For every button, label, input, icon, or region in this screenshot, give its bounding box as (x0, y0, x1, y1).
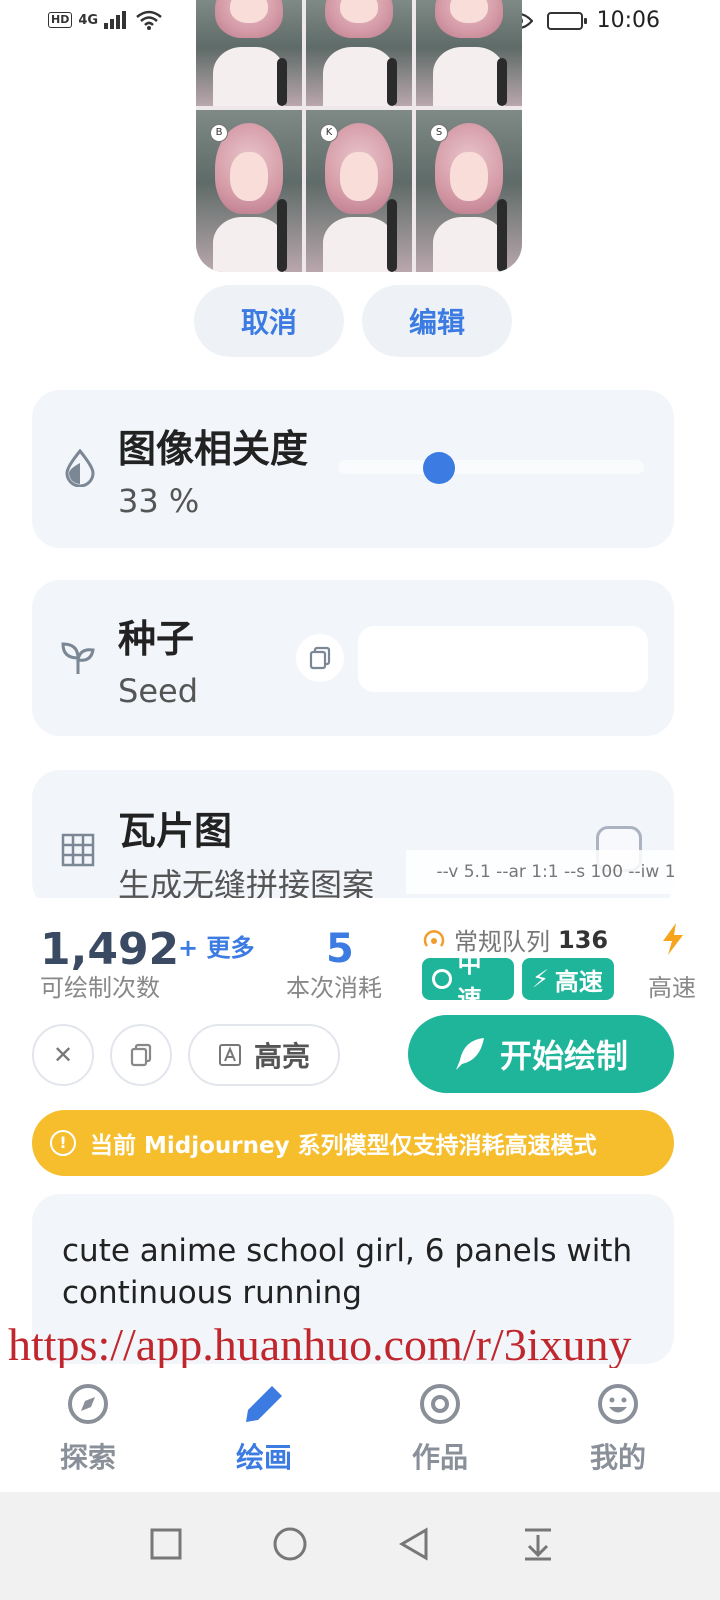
smiley-icon (598, 1384, 638, 1424)
image-weight-slider[interactable] (338, 460, 644, 474)
bottom-tab-bar: 探索 绘画 作品 我的 (0, 1368, 720, 1492)
text-box-icon (218, 1044, 241, 1066)
seed-input[interactable] (358, 626, 648, 692)
image-weight-title: 图像相关度 (118, 427, 309, 471)
signal-icon (104, 11, 127, 29)
more-credits-link[interactable]: + 更多 (178, 928, 254, 963)
mode-label: 高速 (648, 974, 696, 1002)
tab-works[interactable]: 作品 (380, 1368, 500, 1492)
clock: 10:06 (596, 8, 660, 33)
back-triangle-icon (399, 1527, 428, 1561)
bolt-icon: ⚡ (532, 965, 549, 993)
tab-draw[interactable]: 绘画 (204, 1368, 324, 1492)
copy-prompt-button[interactable] (110, 1024, 172, 1086)
pencil-icon (246, 1386, 282, 1422)
speed-fast-label: 高速 (554, 967, 603, 996)
edit-button[interactable]: 编辑 (362, 285, 512, 357)
sprout-icon (58, 638, 98, 678)
clear-button[interactable]: ✕ (32, 1024, 94, 1086)
image-panel (306, 0, 412, 106)
speed-medium-label: 中速 (457, 950, 482, 1013)
queue-info: 常规队列 136 (422, 922, 608, 957)
grid-icon (58, 830, 98, 870)
highlight-button[interactable]: 高亮 (188, 1024, 340, 1086)
drop-icon (60, 448, 100, 488)
model-notice: ! 当前 Midjourney 系列模型仅支持消耗高速模式 (32, 1110, 674, 1176)
hd-indicator: HD (48, 12, 73, 28)
panel-badge: S (430, 124, 448, 142)
square-icon (150, 1528, 182, 1560)
home-button[interactable] (260, 1512, 320, 1576)
fast-mode-icon (660, 922, 686, 960)
close-icon: ✕ (52, 1041, 74, 1069)
start-drawing-button[interactable]: 开始绘制 (408, 1015, 674, 1093)
battery-icon (546, 11, 587, 30)
tab-explore-label: 探索 (59, 1441, 116, 1474)
image-panel: B (196, 110, 302, 272)
notice-text: 当前 Midjourney 系列模型仅支持消耗高速模式 (90, 1133, 597, 1159)
start-drawing-label: 开始绘制 (499, 1037, 628, 1075)
cost-label: 本次消耗 (286, 974, 382, 1002)
tab-mine[interactable]: 我的 (558, 1368, 678, 1492)
prompt-text[interactable]: cute anime school girl, 6 panels with co… (62, 1230, 642, 1314)
remaining-label: 可绘制次数 (40, 974, 160, 1002)
slider-thumb[interactable] (422, 452, 455, 484)
circle-icon (273, 1527, 307, 1561)
panel-badge: K (320, 124, 338, 142)
copy-seed-button[interactable] (296, 634, 344, 682)
recents-button[interactable] (136, 1512, 196, 1576)
image-weight-value: 33 % (118, 482, 200, 520)
watermark-url: https://app.huanhuo.com/r/3ixuny (8, 1319, 632, 1370)
seed-title: 种子 (118, 617, 195, 661)
wifi-icon (136, 10, 162, 30)
broadcast-icon (423, 929, 445, 947)
notification-shade-button[interactable] (508, 1512, 568, 1576)
queue-count: 136 (558, 925, 609, 954)
highlight-label: 高亮 (253, 1040, 310, 1073)
tile-title: 瓦片图 (118, 809, 233, 853)
image-panel: S (416, 110, 522, 272)
params-preview: --v 5.1 --ar 1:1 --s 100 --iw 1 (406, 850, 706, 894)
generated-image-preview[interactable]: B K S (196, 0, 522, 272)
cost-value: 5 (326, 926, 354, 972)
panel-badge: B (210, 124, 228, 142)
system-nav-bar (0, 1492, 720, 1600)
back-button[interactable] (384, 1512, 444, 1576)
compass-icon (68, 1384, 108, 1424)
image-panel (416, 0, 522, 106)
network-type: 4G (78, 12, 99, 28)
cancel-button[interactable]: 取消 (194, 285, 344, 357)
image-panel (196, 0, 302, 106)
medium-speed-icon (432, 969, 452, 989)
seed-subtitle: Seed (118, 672, 198, 710)
tab-works-label: 作品 (411, 1441, 468, 1474)
target-icon (420, 1384, 460, 1424)
copy-icon (309, 646, 331, 670)
tab-mine-label: 我的 (589, 1441, 646, 1474)
image-panel: K (306, 110, 412, 272)
feather-icon (455, 1038, 484, 1070)
copy-icon (130, 1043, 152, 1067)
tab-draw-label: 绘画 (235, 1441, 292, 1474)
speed-medium-tag[interactable]: 中速 (422, 950, 514, 1013)
speed-fast-tag[interactable]: ⚡ 高速 (522, 958, 614, 1000)
info-icon: ! (50, 1130, 76, 1156)
tab-explore[interactable]: 探索 (28, 1368, 148, 1492)
pull-down-icon (525, 1528, 551, 1561)
